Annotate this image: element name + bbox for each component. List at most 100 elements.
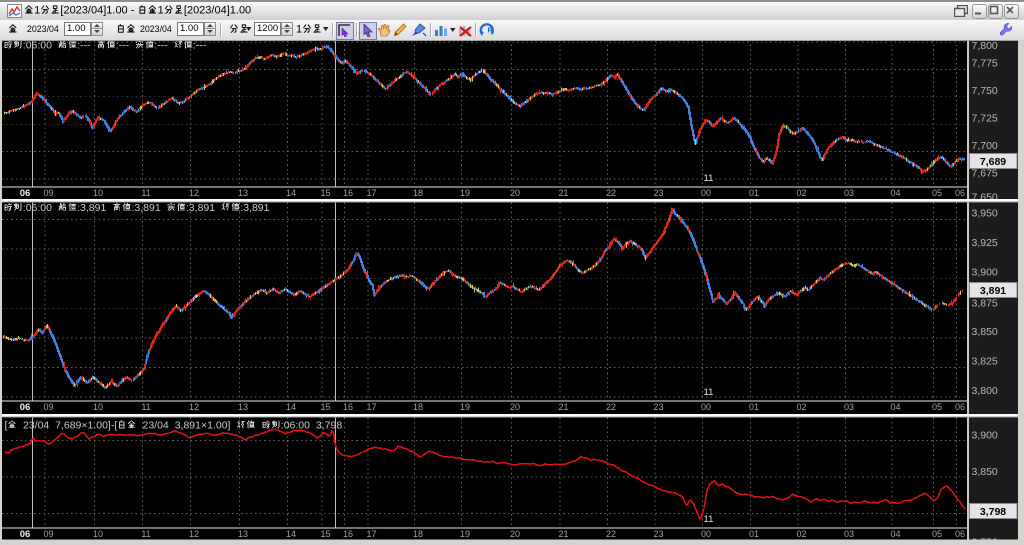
svg-text:05: 05 bbox=[932, 529, 942, 539]
svg-text:04: 04 bbox=[890, 529, 900, 539]
svg-text:09: 09 bbox=[43, 529, 53, 539]
svg-text:03: 03 bbox=[844, 529, 854, 539]
svg-text:00: 00 bbox=[701, 188, 711, 198]
svg-text:13: 13 bbox=[238, 188, 248, 198]
svg-text:3,825: 3,825 bbox=[972, 356, 998, 368]
svg-text:14: 14 bbox=[286, 188, 296, 198]
svg-text:23: 23 bbox=[653, 402, 663, 412]
svg-text:17: 17 bbox=[366, 402, 376, 412]
svg-text:1: 1 bbox=[34, 5, 40, 17]
svg-text:13: 13 bbox=[238, 402, 248, 412]
svg-text:3,900: 3,900 bbox=[972, 430, 998, 442]
svg-text:17: 17 bbox=[366, 188, 376, 198]
svg-text:09: 09 bbox=[43, 188, 53, 198]
svg-text::3,891: :3,891 bbox=[132, 202, 161, 214]
svg-text:22: 22 bbox=[606, 402, 616, 412]
svg-text:[2023/04]1.00: [2023/04]1.00 bbox=[184, 5, 251, 17]
svg-text:7,689: 7,689 bbox=[980, 156, 1006, 168]
svg-text:-: - bbox=[131, 5, 135, 17]
svg-text::06:00: :06:00 bbox=[281, 419, 310, 431]
svg-text:19: 19 bbox=[460, 188, 470, 198]
svg-text:16: 16 bbox=[343, 402, 353, 412]
svg-text:3,925: 3,925 bbox=[972, 237, 998, 249]
svg-text:18: 18 bbox=[413, 402, 423, 412]
svg-text:00: 00 bbox=[701, 402, 711, 412]
svg-text::---: :--- bbox=[77, 39, 91, 51]
svg-text:1: 1 bbox=[158, 5, 164, 17]
svg-text:19: 19 bbox=[460, 529, 470, 539]
svg-text:14: 14 bbox=[286, 529, 296, 539]
svg-text:3,798: 3,798 bbox=[316, 419, 342, 431]
svg-text:3,850: 3,850 bbox=[972, 466, 998, 478]
svg-text::3,891: :3,891 bbox=[77, 202, 106, 214]
svg-text:02: 02 bbox=[796, 188, 806, 198]
svg-text:22: 22 bbox=[606, 529, 616, 539]
svg-text:7,725: 7,725 bbox=[972, 113, 998, 125]
svg-text:7,675: 7,675 bbox=[972, 168, 998, 180]
svg-text:20: 20 bbox=[510, 188, 520, 198]
svg-text:3,798: 3,798 bbox=[980, 506, 1006, 518]
svg-text:3,875: 3,875 bbox=[972, 298, 998, 310]
svg-text:22: 22 bbox=[606, 188, 616, 198]
svg-text:03: 03 bbox=[844, 188, 854, 198]
svg-text:06: 06 bbox=[955, 529, 965, 539]
svg-text::---: :--- bbox=[116, 39, 130, 51]
svg-text:09: 09 bbox=[43, 402, 53, 412]
svg-text::3,891: :3,891 bbox=[240, 202, 269, 214]
svg-text:10: 10 bbox=[93, 402, 103, 412]
svg-text:03: 03 bbox=[844, 402, 854, 412]
svg-text:23: 23 bbox=[653, 529, 663, 539]
svg-text:14: 14 bbox=[286, 402, 296, 412]
svg-text:11: 11 bbox=[141, 402, 150, 412]
svg-text:23: 23 bbox=[653, 188, 663, 198]
svg-text:[: [ bbox=[5, 419, 8, 431]
svg-text:7,775: 7,775 bbox=[972, 58, 998, 70]
svg-text::---: :--- bbox=[193, 39, 207, 51]
svg-text:3,891×1.00]: 3,891×1.00] bbox=[175, 419, 231, 431]
svg-text:18: 18 bbox=[413, 188, 423, 198]
svg-text:11: 11 bbox=[141, 188, 150, 198]
svg-text:10: 10 bbox=[93, 188, 103, 198]
svg-text:20: 20 bbox=[510, 402, 520, 412]
svg-text:15: 15 bbox=[320, 402, 330, 412]
svg-text:7,700: 7,700 bbox=[972, 140, 998, 152]
svg-text::06:00: :06:00 bbox=[23, 202, 52, 214]
svg-text:06: 06 bbox=[20, 402, 31, 413]
svg-text:19: 19 bbox=[460, 402, 470, 412]
svg-text:11: 11 bbox=[704, 514, 714, 525]
svg-text:[2023/04]1.00: [2023/04]1.00 bbox=[60, 5, 127, 17]
svg-text:1: 1 bbox=[296, 24, 302, 36]
svg-text:3,850: 3,850 bbox=[972, 326, 998, 338]
svg-text:21: 21 bbox=[558, 188, 568, 198]
svg-text:02: 02 bbox=[796, 402, 806, 412]
svg-text:7,750: 7,750 bbox=[972, 85, 998, 97]
svg-text:12: 12 bbox=[189, 529, 199, 539]
svg-text:12: 12 bbox=[189, 402, 199, 412]
svg-text:7,800: 7,800 bbox=[972, 40, 998, 52]
svg-text:10: 10 bbox=[93, 529, 103, 539]
svg-text:R: R bbox=[488, 26, 494, 35]
svg-text:7,689×1.00]-[: 7,689×1.00]-[ bbox=[55, 419, 117, 431]
svg-text:04: 04 bbox=[890, 188, 900, 198]
svg-text:16: 16 bbox=[343, 188, 353, 198]
svg-text::---: :--- bbox=[154, 39, 168, 51]
svg-text:04: 04 bbox=[890, 402, 900, 412]
svg-text:06: 06 bbox=[20, 529, 31, 540]
svg-text:06: 06 bbox=[955, 188, 965, 198]
svg-text:21: 21 bbox=[558, 529, 568, 539]
svg-text:12: 12 bbox=[189, 188, 199, 198]
svg-text:11: 11 bbox=[704, 387, 714, 398]
svg-text:21: 21 bbox=[558, 402, 568, 412]
svg-text:11: 11 bbox=[141, 529, 150, 539]
svg-text:20: 20 bbox=[510, 529, 520, 539]
svg-text:01: 01 bbox=[749, 529, 759, 539]
svg-text:3,900: 3,900 bbox=[972, 267, 998, 279]
svg-text:05: 05 bbox=[932, 402, 942, 412]
svg-text:3,950: 3,950 bbox=[972, 208, 998, 220]
svg-text:16: 16 bbox=[343, 529, 353, 539]
svg-text:17: 17 bbox=[366, 529, 376, 539]
svg-text:01: 01 bbox=[749, 188, 759, 198]
svg-text:01: 01 bbox=[749, 402, 759, 412]
svg-text:11: 11 bbox=[704, 173, 714, 184]
svg-text:06: 06 bbox=[955, 402, 965, 412]
